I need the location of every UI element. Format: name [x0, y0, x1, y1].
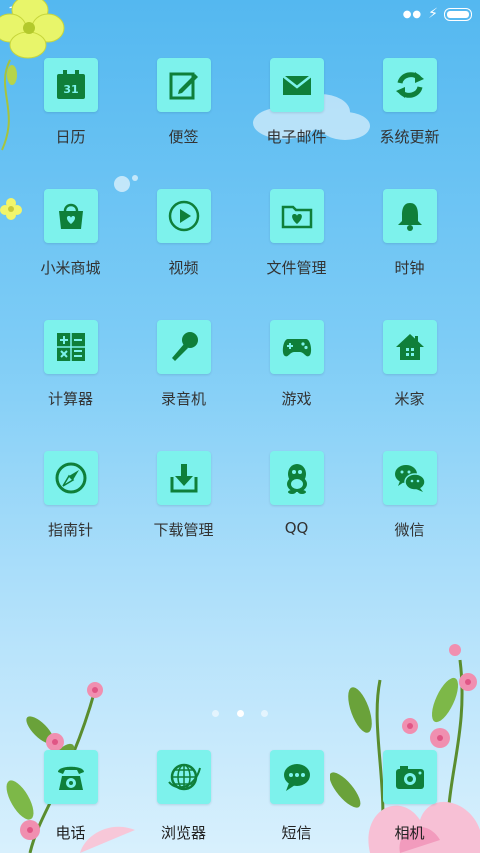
bell-icon: [397, 203, 422, 231]
page-dot[interactable]: [260, 710, 268, 717]
app-label: 时钟: [394, 259, 425, 277]
app-label: 视频: [168, 259, 199, 277]
app-clock[interactable]: 时钟: [353, 189, 466, 278]
mail-icon: [281, 75, 312, 95]
phone-icon: [57, 766, 84, 790]
charging-bolt-icon: ⚡: [428, 6, 438, 22]
folder-heart-icon: [281, 205, 312, 229]
gamepad-icon: [282, 339, 311, 357]
app-tile[interactable]: [382, 189, 437, 243]
app-label: 文件管理: [266, 259, 327, 277]
app-tile[interactable]: [43, 320, 98, 374]
home-icon: [395, 334, 424, 360]
sms-icon: [283, 764, 310, 791]
app-label: 下载管理: [153, 521, 214, 539]
app-tile[interactable]: [156, 750, 211, 804]
app-tile[interactable]: [382, 58, 437, 112]
app-calculator[interactable]: 计算器: [14, 320, 127, 409]
status-bar: 19:33 ●● ⚡: [0, 0, 480, 28]
app-label: 计算器: [47, 390, 93, 408]
app-tile[interactable]: [156, 451, 211, 505]
app-video[interactable]: 视频: [127, 189, 240, 278]
app-label: 电子邮件: [266, 128, 327, 146]
qq-penguin-icon: [286, 464, 307, 494]
page-dot-active[interactable]: [236, 710, 244, 717]
app-tile[interactable]: [382, 320, 437, 374]
app-tile[interactable]: [156, 189, 211, 243]
app-label: 米家: [394, 390, 425, 408]
app-label: QQ: [284, 519, 309, 537]
update-icon: [395, 72, 424, 98]
calculator-icon: [56, 333, 85, 361]
app-tile[interactable]: [382, 750, 437, 804]
globe-icon: [167, 763, 201, 791]
app-label: 浏览器: [160, 824, 206, 842]
app-tile[interactable]: [43, 451, 98, 505]
compass-icon: [55, 462, 86, 494]
app-games[interactable]: 游戏: [240, 320, 353, 409]
app-mi-home[interactable]: 米家: [353, 320, 466, 409]
app-tile[interactable]: [156, 58, 211, 112]
app-label: 相机: [394, 824, 425, 842]
app-calendar[interactable]: 31 日历: [14, 58, 127, 147]
dock-app-sms[interactable]: 短信: [240, 750, 353, 843]
app-label: 系统更新: [379, 128, 440, 146]
wechat-icon: [394, 465, 426, 492]
dock-app-camera[interactable]: 相机: [353, 750, 466, 843]
camera-icon: [395, 766, 424, 789]
page-dot[interactable]: [212, 710, 220, 717]
app-label: 微信: [394, 521, 425, 539]
battery-icon: [444, 7, 472, 21]
calendar-icon: 31: [56, 70, 85, 99]
app-tile[interactable]: [156, 320, 211, 374]
app-label: 便签: [168, 128, 199, 146]
app-label: 录音机: [160, 390, 206, 408]
app-label: 小米商城: [40, 259, 101, 277]
app-mi-store[interactable]: 小米商城: [14, 189, 127, 278]
microphone-icon: [171, 332, 198, 361]
app-label: 电话: [55, 824, 86, 842]
app-label: 短信: [281, 824, 312, 842]
signal-dots-icon: ●●: [402, 8, 423, 20]
app-recorder[interactable]: 录音机: [127, 320, 240, 409]
download-icon: [170, 464, 197, 493]
calendar-day: 31: [63, 83, 78, 96]
shopping-bag-icon: [58, 203, 83, 229]
dock-app-phone[interactable]: 电话: [14, 750, 127, 843]
app-tile[interactable]: [382, 451, 437, 505]
app-tile[interactable]: [269, 189, 324, 243]
app-tile[interactable]: [269, 58, 324, 112]
status-icons: ●● ⚡: [403, 6, 472, 22]
play-icon: [168, 200, 199, 232]
app-tile[interactable]: [269, 451, 324, 505]
app-compass[interactable]: 指南针: [14, 451, 127, 540]
app-tile[interactable]: [43, 189, 98, 243]
app-tile[interactable]: [43, 750, 98, 804]
app-wechat[interactable]: 微信: [353, 451, 466, 540]
app-label: 指南针: [47, 521, 93, 539]
dock-app-browser[interactable]: 浏览器: [127, 750, 240, 843]
app-label: 游戏: [281, 390, 312, 408]
app-tile[interactable]: [269, 320, 324, 374]
app-qq[interactable]: QQ: [240, 451, 353, 537]
notes-icon: [169, 72, 198, 100]
app-tile[interactable]: 31: [43, 58, 98, 112]
app-notes[interactable]: 便签: [127, 58, 240, 147]
app-system-update[interactable]: 系统更新: [353, 58, 466, 147]
app-tile[interactable]: [269, 750, 324, 804]
app-downloads[interactable]: 下载管理: [127, 451, 240, 540]
page-indicator: [0, 702, 480, 721]
app-email[interactable]: 电子邮件: [240, 58, 353, 147]
status-time: 19:33: [8, 5, 49, 21]
app-file-manager[interactable]: 文件管理: [240, 189, 353, 278]
app-label: 日历: [55, 128, 86, 146]
